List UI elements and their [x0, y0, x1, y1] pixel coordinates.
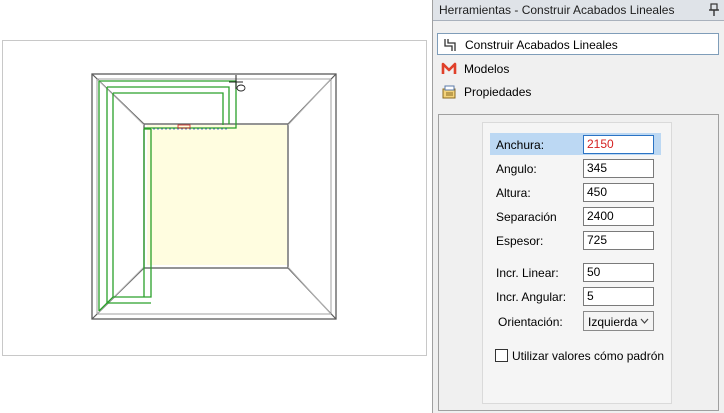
- nav-item-label: Propiedades: [464, 85, 532, 99]
- properties-pane: [438, 114, 719, 411]
- orientacion-label: Orientación:: [498, 315, 563, 329]
- orientacion-value: Izquierda: [588, 315, 638, 329]
- cursor-tool-icon: [236, 84, 246, 92]
- floor-area: [147, 125, 287, 265]
- panel-title: Herramientas - Construir Acabados Lineal…: [439, 3, 675, 17]
- default-values-label: Utilizar valores cómo padrón: [512, 349, 665, 363]
- nav-item-label: Modelos: [464, 62, 510, 76]
- room-perspective-drawing: [91, 73, 337, 320]
- espesor-label: Espesor:: [496, 234, 544, 248]
- nav-item-modelos[interactable]: Modelos: [437, 58, 719, 80]
- drawing-viewport[interactable]: [2, 40, 427, 356]
- panel-titlebar: Herramientas - Construir Acabados Lineal…: [433, 0, 724, 21]
- anchura-label: Anchura:: [496, 138, 545, 152]
- cursor-crosshair-icon: [229, 75, 243, 89]
- nav-item-label: Construir Acabados Lineales: [465, 38, 618, 52]
- angulo-input[interactable]: 345: [583, 159, 654, 178]
- properties-icon: [442, 85, 456, 99]
- chevron-down-icon: [640, 318, 649, 324]
- angulo-label: Angulo:: [496, 162, 537, 176]
- linear-finish-icon: [444, 39, 456, 51]
- incr-angular-input[interactable]: 5: [583, 287, 654, 306]
- pin-icon[interactable]: [708, 3, 720, 17]
- incr-linear-label: Incr. Linear:: [496, 266, 559, 280]
- incr-angular-label: Incr. Angular:: [496, 290, 567, 304]
- anchura-input[interactable]: 2150: [583, 135, 654, 154]
- nav-item-construir-acabados[interactable]: Construir Acabados Lineales: [437, 33, 719, 55]
- incr-linear-input[interactable]: 50: [583, 263, 654, 282]
- altura-input[interactable]: 450: [583, 183, 654, 202]
- separacion-input[interactable]: 2400: [583, 207, 654, 226]
- orientacion-select[interactable]: Izquierda: [583, 311, 654, 331]
- default-values-checkbox[interactable]: [495, 349, 508, 362]
- nav-item-propiedades[interactable]: Propiedades: [437, 81, 719, 103]
- espesor-input[interactable]: 725: [583, 231, 654, 250]
- altura-label: Altura:: [496, 186, 531, 200]
- models-m-icon: [441, 62, 457, 74]
- separacion-label: Separación: [496, 210, 557, 224]
